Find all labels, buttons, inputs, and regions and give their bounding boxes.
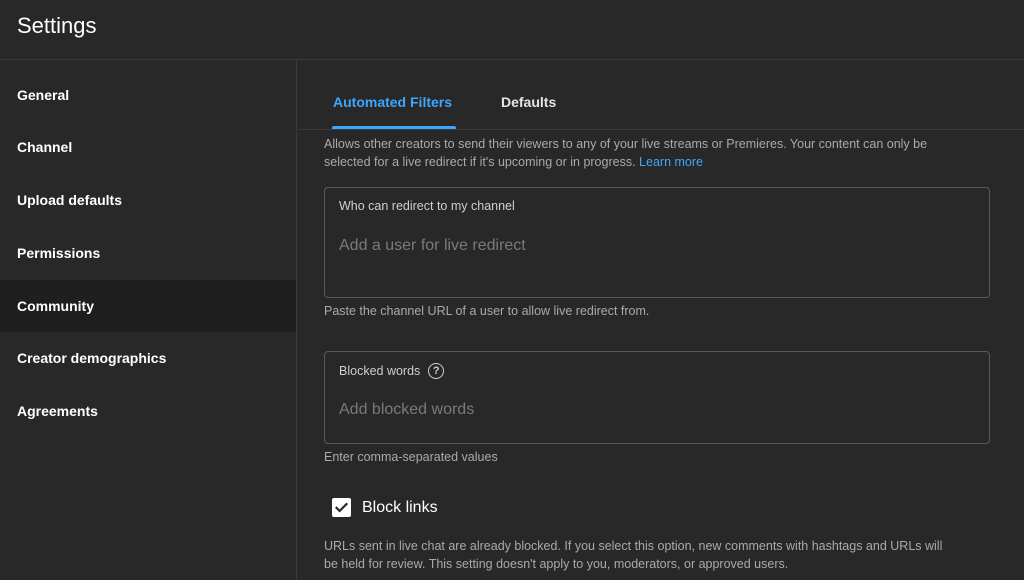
sidebar-item-agreements[interactable]: Agreements xyxy=(0,385,296,437)
sidebar-item-community[interactable]: Community xyxy=(0,280,296,332)
sidebar-item-label: Agreements xyxy=(17,403,98,419)
help-circle-icon[interactable]: ? xyxy=(428,363,445,379)
sidebar-item-label: Community xyxy=(17,298,94,314)
live-redirect-input[interactable] xyxy=(339,234,959,258)
sidebar-item-creator-demographics[interactable]: Creator demographics xyxy=(0,332,296,384)
active-tab-indicator xyxy=(332,126,456,129)
sidebar-item-upload-defaults[interactable]: Upload defaults xyxy=(0,174,296,226)
sidebar-item-channel[interactable]: Channel xyxy=(0,121,296,173)
live-redirect-label: Who can redirect to my channel xyxy=(339,199,515,213)
learn-more-link[interactable]: Learn more xyxy=(639,155,703,169)
page-title: Settings xyxy=(17,13,97,38)
tab-bar: Automated Filters Defaults xyxy=(298,60,1024,130)
sidebar-item-label: Creator demographics xyxy=(17,350,167,366)
live-redirect-field[interactable]: Who can redirect to my channel xyxy=(324,187,990,298)
block-links-description: URLs sent in live chat are already block… xyxy=(324,539,943,571)
sidebar-item-permissions[interactable]: Permissions xyxy=(0,227,296,279)
live-redirect-help-text: Paste the channel URL of a user to allow… xyxy=(324,304,650,318)
tab-automated-filters[interactable]: Automated Filters xyxy=(333,94,452,110)
block-links-row: Block links xyxy=(332,498,438,517)
sidebar-item-general[interactable]: General xyxy=(0,69,296,121)
main-content: Automated Filters Defaults Allows other … xyxy=(298,60,1024,580)
sidebar-item-label: General xyxy=(17,87,70,103)
blocked-words-input[interactable] xyxy=(339,398,959,422)
sidebar-item-label: Channel xyxy=(17,139,73,155)
sidebar-item-label: Upload defaults xyxy=(17,192,123,208)
sidebar-item-label: Permissions xyxy=(17,245,101,261)
checkmark-icon xyxy=(334,502,349,513)
blocked-words-field[interactable]: Blocked words ? xyxy=(324,351,990,444)
sidebar: General Channel Upload defaults Permissi… xyxy=(0,60,297,580)
blocked-words-label: Blocked words ? xyxy=(339,363,445,379)
live-redirect-description: Allows other creators to send their view… xyxy=(324,137,928,169)
blocked-words-help-text: Enter comma-separated values xyxy=(324,450,498,464)
block-links-checkbox[interactable] xyxy=(332,498,351,517)
app-header: Settings xyxy=(0,0,1024,60)
tab-defaults[interactable]: Defaults xyxy=(501,94,556,110)
block-links-label: Block links xyxy=(362,498,438,516)
